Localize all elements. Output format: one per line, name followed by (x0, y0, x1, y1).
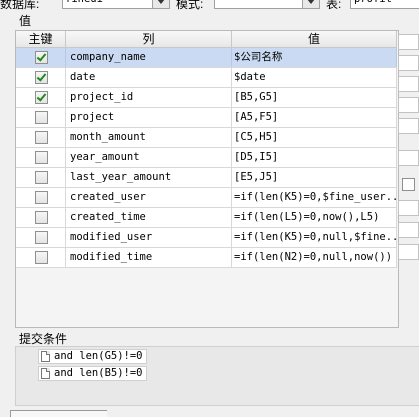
table-row[interactable]: project [A5,F5] (16, 108, 397, 128)
value-cell[interactable]: [E5,J5] (232, 168, 397, 187)
table-row[interactable]: date $date (16, 68, 397, 88)
column-name-cell[interactable]: modified_time (66, 248, 232, 267)
primary-key-checkbox[interactable] (35, 131, 48, 144)
column-name-cell[interactable]: project_id (66, 88, 232, 107)
condition-item[interactable]: and len(G5)!=0 (38, 349, 147, 364)
condition-text: and len(G5)!=0 (54, 350, 143, 362)
right-field[interactable] (398, 97, 419, 113)
table-row[interactable]: company_name $公司名称 (16, 48, 397, 68)
table-field[interactable]: profit (350, 0, 419, 9)
primary-key-cell (16, 148, 66, 167)
primary-key-cell (16, 48, 66, 67)
submit-conditions-panel: and len(G5)!=0 and len(B5)!=0 (15, 346, 419, 406)
primary-key-cell (16, 248, 66, 267)
column-name-cell[interactable]: year_amount (66, 148, 232, 167)
value-grid-panel: 主键 列 值 company_name $公司名称 date $date project… (15, 30, 399, 328)
right-field[interactable] (398, 150, 419, 166)
right-field[interactable] (398, 200, 419, 216)
primary-key-checkbox[interactable] (35, 251, 48, 264)
condition-item[interactable]: and len(B5)!=0 (38, 366, 147, 381)
header-column[interactable]: 列 (66, 31, 232, 48)
primary-key-checkbox[interactable] (35, 151, 48, 164)
value-section-title: 值 (19, 14, 32, 28)
primary-key-checkbox[interactable] (35, 111, 48, 124)
database-dropdown-icon[interactable] (152, 0, 170, 9)
right-field[interactable] (398, 76, 419, 92)
primary-key-checkbox[interactable] (35, 71, 48, 84)
top-toolbar: 数据库: fineui 模式: 表: profit (0, 0, 419, 10)
primary-key-checkbox[interactable] (35, 231, 48, 244)
value-cell[interactable]: =if(len(L5)=0,now(),L5) (232, 208, 397, 227)
primary-key-checkbox[interactable] (35, 91, 48, 104)
right-field[interactable] (398, 244, 419, 260)
submit-conditions-title: 提交条件 (19, 332, 68, 346)
column-name-cell[interactable]: last_year_amount (66, 168, 232, 187)
primary-key-checkbox[interactable] (35, 51, 48, 64)
right-field[interactable] (398, 222, 419, 238)
primary-key-cell (16, 88, 66, 107)
column-name-cell[interactable]: project (66, 108, 232, 127)
value-cell[interactable]: $公司名称 (232, 48, 397, 67)
right-field[interactable] (398, 118, 419, 134)
column-name-cell[interactable]: created_user (66, 188, 232, 207)
primary-key-checkbox[interactable] (35, 211, 48, 224)
table-row[interactable]: month_amount [C5,H5] (16, 128, 397, 148)
column-name-cell[interactable]: month_amount (66, 128, 232, 147)
column-name-cell[interactable]: created_time (66, 208, 232, 227)
right-field[interactable] (398, 55, 419, 71)
column-name-cell[interactable]: company_name (66, 48, 232, 67)
table-row[interactable]: modified_user =if(len(K5)=0,null,$fine... (16, 228, 397, 248)
primary-key-checkbox[interactable] (35, 171, 48, 184)
value-cell[interactable]: =if(len(K5)=0,$fine_user... (232, 188, 397, 207)
primary-key-checkbox[interactable] (35, 191, 48, 204)
right-checkbox[interactable] (402, 178, 415, 191)
table-row[interactable]: created_time =if(len(L5)=0,now(),L5) (16, 208, 397, 228)
document-icon (41, 351, 50, 362)
primary-key-cell (16, 228, 66, 247)
mode-label: 模式: (176, 0, 204, 10)
mode-dropdown-icon[interactable] (302, 0, 320, 9)
primary-key-cell (16, 188, 66, 207)
table-label: 表: (326, 0, 342, 10)
header-value[interactable]: 值 (232, 31, 397, 48)
table-row[interactable]: project_id [B5,G5] (16, 88, 397, 108)
database-value: fineui (65, 0, 103, 5)
table-row[interactable]: year_amount [D5,I5] (16, 148, 397, 168)
value-cell[interactable]: =if(len(K5)=0,null,$fine... (232, 228, 397, 247)
value-cell[interactable]: [B5,G5] (232, 88, 397, 107)
value-cell[interactable]: [D5,I5] (232, 148, 397, 167)
column-name-cell[interactable]: date (66, 68, 232, 87)
value-cell[interactable]: =if(len(N2)=0,null,now()) (232, 248, 397, 267)
primary-key-cell (16, 108, 66, 127)
primary-key-cell (16, 168, 66, 187)
table-value: profit (354, 0, 392, 5)
value-cell[interactable]: [C5,H5] (232, 128, 397, 147)
mode-select[interactable] (214, 0, 304, 9)
primary-key-cell (16, 208, 66, 227)
table-row[interactable]: created_user =if(len(K5)=0,$fine_user... (16, 188, 397, 208)
value-cell[interactable]: $date (232, 68, 397, 87)
value-cell[interactable]: [A5,F5] (232, 108, 397, 127)
table-row[interactable]: last_year_amount [E5,J5] (16, 168, 397, 188)
condition-text: and len(B5)!=0 (54, 367, 143, 379)
column-name-cell[interactable]: modified_user (66, 228, 232, 247)
primary-key-cell (16, 128, 66, 147)
primary-key-cell (16, 68, 66, 87)
document-icon (41, 368, 50, 379)
table-row[interactable]: modified_time =if(len(N2)=0,null,now()) (16, 248, 397, 268)
header-primary-key[interactable]: 主键 (16, 31, 66, 48)
right-field[interactable] (398, 34, 419, 50)
database-select[interactable]: fineui (62, 0, 154, 9)
database-label: 数据库: (0, 0, 40, 10)
